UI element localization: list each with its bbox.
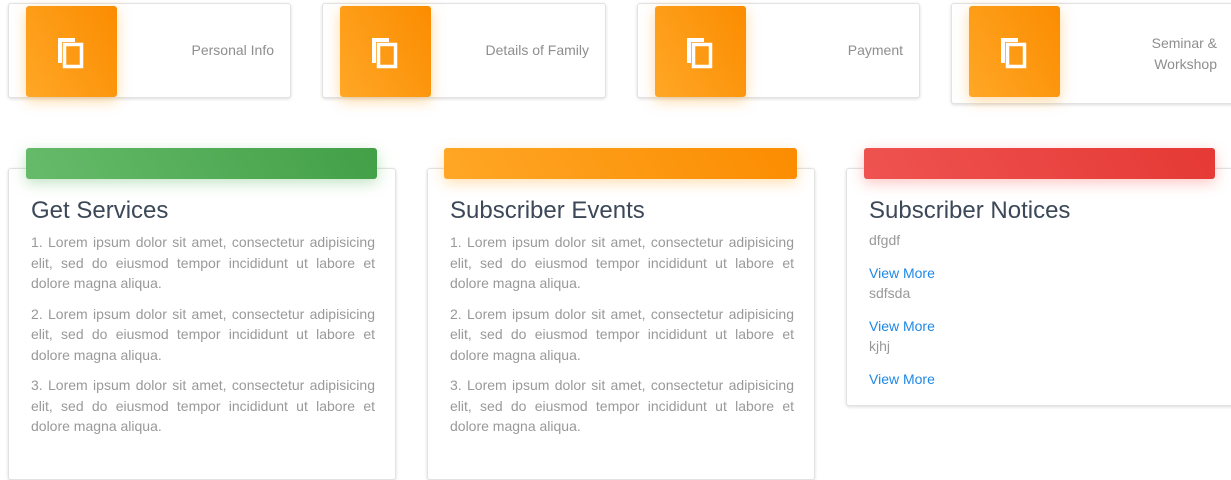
service-item: 3. Lorem ipsum dolor sit amet, consectet… bbox=[31, 377, 375, 434]
tile-icon-box bbox=[340, 6, 431, 97]
service-item: 1. Lorem ipsum dolor sit amet, consectet… bbox=[31, 234, 375, 291]
tile-label: Details of Family bbox=[485, 42, 589, 58]
card-body: 1. Lorem ipsum dolor sit amet, consectet… bbox=[450, 232, 794, 447]
notice-text: sdfsda bbox=[869, 285, 911, 301]
tile-details-of-family[interactable]: Details of Family bbox=[322, 3, 606, 98]
tile-personal-info[interactable]: Personal Info bbox=[8, 3, 291, 98]
copy-icon bbox=[1001, 38, 1027, 69]
event-item: 1. Lorem ipsum dolor sit amet, consectet… bbox=[450, 234, 794, 291]
notice-text: dfgdf bbox=[869, 232, 901, 248]
service-item: 2. Lorem ipsum dolor sit amet, consectet… bbox=[31, 305, 375, 363]
view-more-link[interactable]: View More bbox=[869, 263, 1222, 283]
card-header-bar bbox=[444, 148, 797, 179]
tile-icon-box bbox=[655, 6, 746, 97]
card-get-services: Get Services 1. Lorem ipsum dolor sit am… bbox=[8, 168, 396, 480]
card-subscriber-events: Subscriber Events 1. Lorem ipsum dolor s… bbox=[427, 168, 815, 480]
copy-icon bbox=[58, 38, 84, 69]
tile-seminar-workshop[interactable]: Seminar & Workshop bbox=[951, 3, 1231, 104]
tile-icon-box bbox=[969, 6, 1060, 97]
tile-icon-box bbox=[26, 6, 117, 97]
card-title: Subscriber Events bbox=[450, 197, 645, 224]
tile-label: Seminar & Workshop bbox=[1151, 34, 1217, 72]
card-title: Get Services bbox=[31, 197, 169, 224]
card-header-bar bbox=[864, 148, 1215, 179]
view-more-link[interactable]: View More bbox=[869, 316, 1222, 336]
event-item: 2. Lorem ipsum dolor sit amet, consectet… bbox=[450, 305, 794, 363]
card-body: dfgdf View More sdfsda View More kjhj Vi… bbox=[869, 230, 1222, 389]
card-subscriber-notices: Subscriber Notices dfgdf View More sdfsd… bbox=[846, 168, 1231, 406]
card-title: Subscriber Notices bbox=[869, 197, 1071, 224]
card-body: 1. Lorem ipsum dolor sit amet, consectet… bbox=[31, 232, 375, 447]
copy-icon bbox=[372, 38, 398, 69]
tile-label: Personal Info bbox=[191, 42, 275, 58]
tile-label: Payment bbox=[847, 42, 903, 58]
copy-icon bbox=[687, 38, 713, 69]
tile-payment[interactable]: Payment bbox=[637, 3, 920, 98]
notice-text: kjhj bbox=[869, 338, 891, 354]
view-more-link[interactable]: View More bbox=[869, 369, 1222, 389]
event-item: 3. Lorem ipsum dolor sit amet, consectet… bbox=[450, 377, 794, 434]
card-header-bar bbox=[26, 148, 377, 179]
